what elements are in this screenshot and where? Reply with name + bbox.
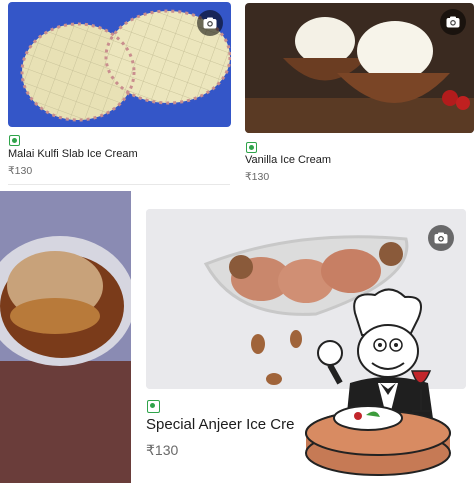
veg-indicator-icon (9, 135, 20, 146)
item-name-vanilla[interactable]: Vanilla Ice Cream (245, 154, 331, 166)
camera-icon[interactable] (428, 225, 454, 251)
chef-dining-sticker-icon (305, 288, 451, 476)
kulfi-falooda-photo[interactable] (0, 191, 131, 483)
divider (8, 184, 230, 185)
vanilla-ice-cream-photo[interactable] (245, 3, 474, 133)
item-name-malai-kulfi[interactable]: Malai Kulfi Slab Ice Cream (8, 148, 138, 160)
item-price-vanilla: ₹130 (245, 171, 270, 183)
malai-kulfi-photo[interactable] (8, 2, 231, 127)
item-price-special-anjeer: ₹130 (146, 442, 179, 458)
veg-indicator-icon (147, 400, 160, 413)
veg-indicator-icon (246, 142, 257, 153)
camera-icon[interactable] (197, 10, 223, 36)
item-name-special-anjeer[interactable]: Special Anjeer Ice Cre (146, 416, 294, 433)
item-price-malai-kulfi: ₹130 (8, 165, 33, 177)
kulfi-plate-illustration (0, 191, 131, 483)
camera-icon[interactable] (440, 9, 466, 35)
